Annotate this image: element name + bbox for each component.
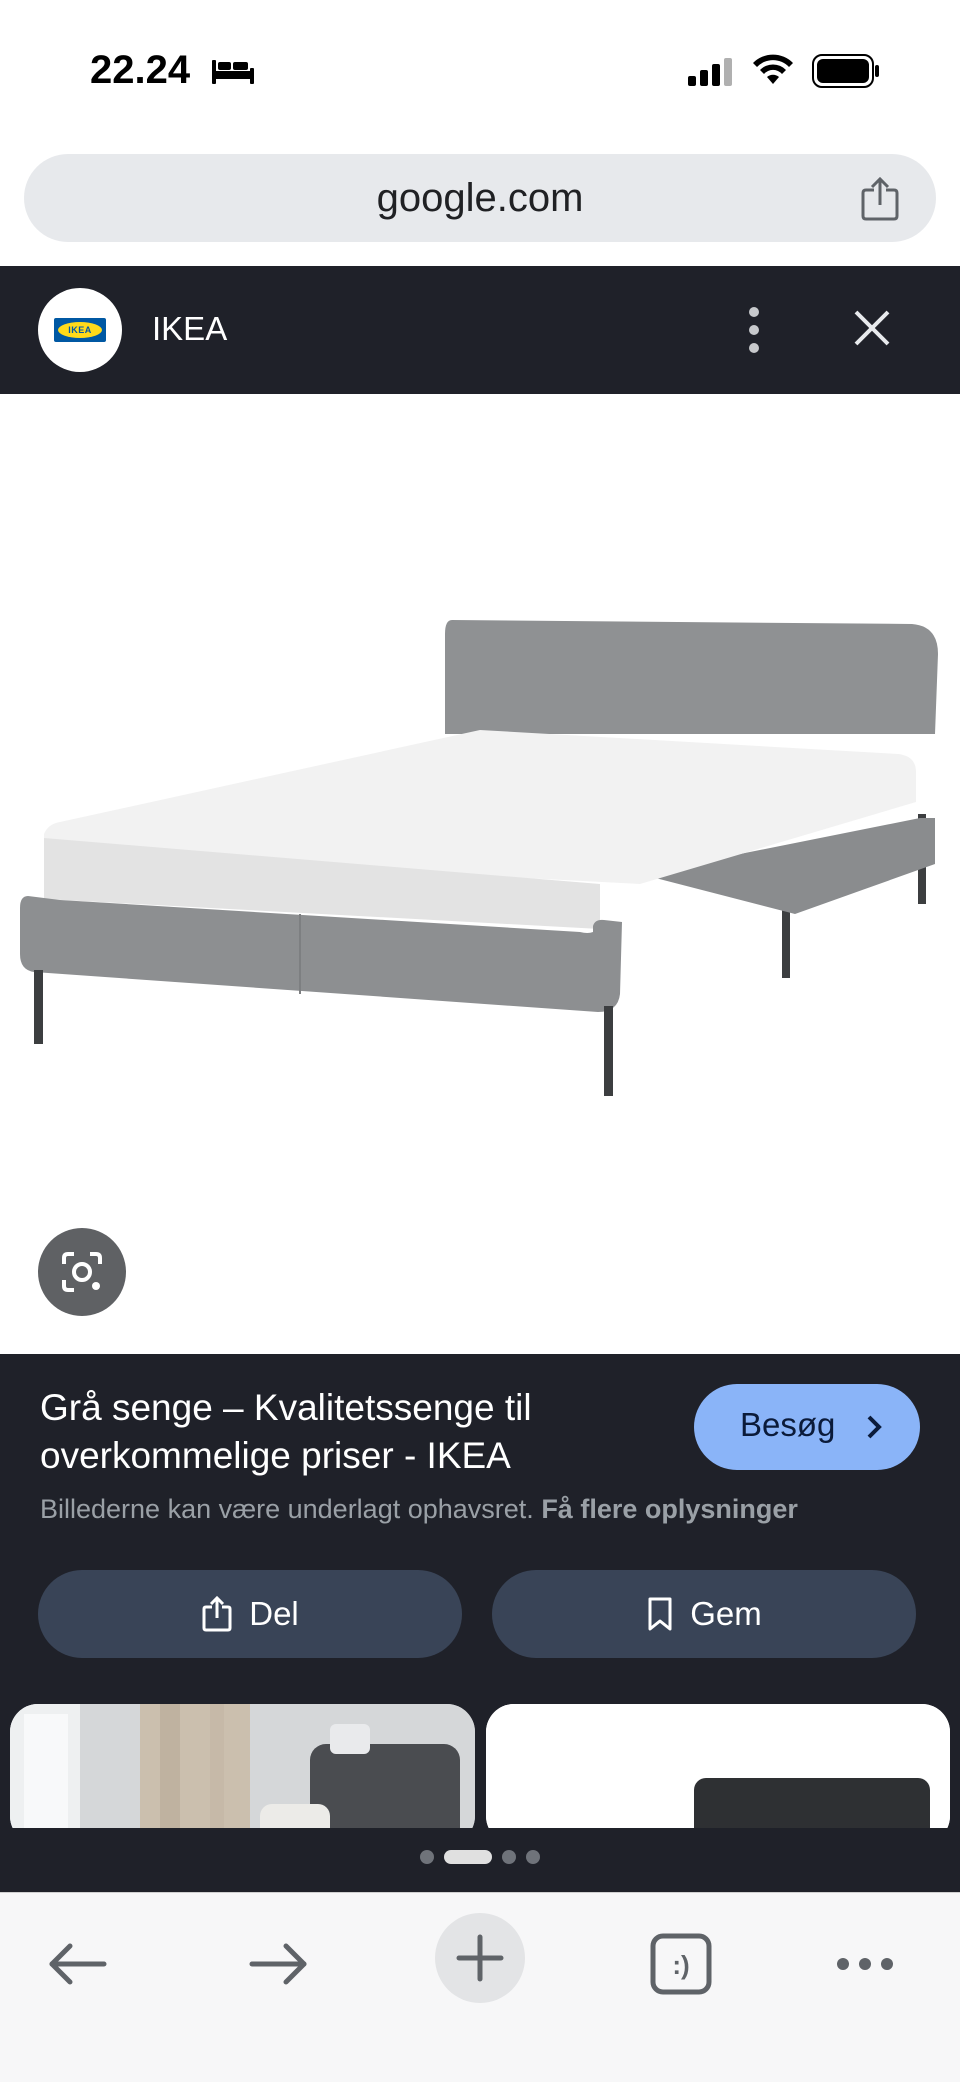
result-info-panel: Grå senge – Kvalitetssenge til overkomme…	[0, 1354, 960, 1892]
address-bar[interactable]: google.com	[24, 154, 936, 242]
more-info-link[interactable]: Få flere oplysninger	[541, 1494, 798, 1524]
copyright-text: Billederne kan være underlagt ophavsret.	[40, 1494, 534, 1524]
arrow-left-icon	[49, 1943, 107, 1985]
logo-text: IKEA	[68, 325, 92, 335]
more-vert-icon[interactable]	[744, 302, 764, 358]
lens-button[interactable]	[38, 1228, 126, 1316]
pager-dot-active[interactable]	[444, 1850, 492, 1864]
result-title[interactable]: Grå senge – Kvalitetssenge til overkomme…	[40, 1384, 660, 1480]
new-tab-button[interactable]	[435, 1913, 525, 2003]
ikea-logo: IKEA	[54, 318, 106, 342]
share-icon	[202, 1595, 232, 1632]
save-label: Gem	[690, 1595, 762, 1632]
copyright-notice: Billederne kan være underlagt ophavsret.…	[40, 1494, 798, 1525]
status-bar: 22.24	[0, 0, 960, 140]
product-image-area[interactable]	[0, 394, 960, 1354]
pager-dot[interactable]	[502, 1850, 516, 1864]
share-button[interactable]: Del	[38, 1570, 462, 1658]
menu-button[interactable]	[820, 1919, 910, 2009]
related-image-thumb[interactable]	[10, 1704, 475, 1828]
pager-dot[interactable]	[526, 1850, 540, 1864]
related-image-thumb[interactable]	[486, 1704, 950, 1828]
more-horiz-icon	[837, 1958, 893, 1970]
share-icon[interactable]	[860, 176, 900, 222]
close-icon[interactable]	[850, 306, 894, 350]
viewer-header: IKEA IKEA	[0, 266, 960, 394]
visit-button[interactable]: Besøg	[694, 1384, 920, 1470]
site-logo[interactable]: IKEA	[38, 288, 122, 372]
forward-button[interactable]	[234, 1919, 324, 2009]
site-name[interactable]: IKEA	[152, 310, 227, 348]
cellular-signal-icon	[688, 58, 732, 86]
google-lens-icon	[62, 1252, 102, 1292]
bed-product-image	[20, 620, 938, 1096]
browser-toolbar: :)	[0, 1892, 960, 2082]
url-text: google.com	[376, 176, 584, 220]
visit-label: Besøg	[740, 1406, 836, 1443]
status-time: 22.24	[90, 48, 191, 92]
back-button[interactable]	[32, 1919, 122, 2009]
tabs-glyph: :)	[672, 1950, 689, 1980]
pager-dot[interactable]	[420, 1850, 434, 1864]
share-label: Del	[249, 1595, 299, 1632]
wifi-icon	[753, 54, 793, 84]
battery-icon	[812, 54, 879, 88]
related-images	[0, 1704, 960, 1828]
tabs-icon: :)	[650, 1933, 712, 1995]
chevron-right-icon	[867, 1415, 882, 1439]
arrow-right-icon	[249, 1943, 307, 1985]
plus-icon	[456, 1934, 504, 1982]
image-pager	[0, 1850, 960, 1864]
bed-icon	[212, 60, 254, 84]
save-button[interactable]: Gem	[492, 1570, 916, 1658]
tabs-button[interactable]: :)	[636, 1919, 726, 2009]
bookmark-icon	[648, 1597, 672, 1631]
